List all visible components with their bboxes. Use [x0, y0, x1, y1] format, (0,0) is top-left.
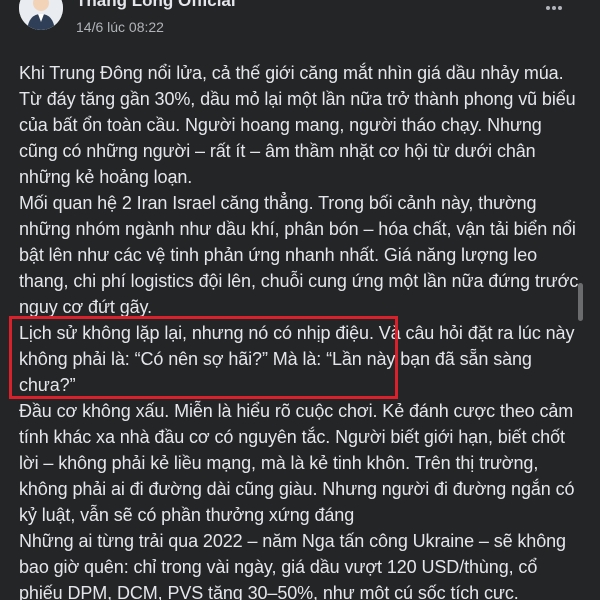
- scrollbar-thumb[interactable]: [578, 283, 583, 321]
- facebook-post: Thăng Long Official 14/6 lúc 08:22 Khi T…: [0, 0, 600, 600]
- author-name[interactable]: Thăng Long Official: [76, 0, 236, 11]
- post-paragraph: Những ai từng trải qua 2022 – năm Nga tấ…: [19, 531, 566, 600]
- user-avatar-icon: [19, 0, 63, 30]
- post-paragraph: Mối quan hệ 2 Iran Israel căng thẳng. Tr…: [19, 193, 579, 317]
- post-paragraph: Đầu cơ không xấu. Miễn là hiểu rõ cuộc c…: [19, 401, 575, 525]
- highlighted-paragraph: Lịch sử không lặp lại, nhưng nó có nhịp …: [19, 323, 575, 395]
- post-body: Khi Trung Đông nổi lửa, cả thế giới căng…: [19, 60, 579, 600]
- more-options-icon[interactable]: [540, 0, 568, 22]
- avatar[interactable]: [19, 0, 63, 30]
- post-paragraph: Khi Trung Đông nổi lửa, cả thế giới căng…: [19, 63, 576, 187]
- post-timestamp[interactable]: 14/6 lúc 08:22: [76, 19, 164, 35]
- post-header: Thăng Long Official 14/6 lúc 08:22: [0, 0, 600, 50]
